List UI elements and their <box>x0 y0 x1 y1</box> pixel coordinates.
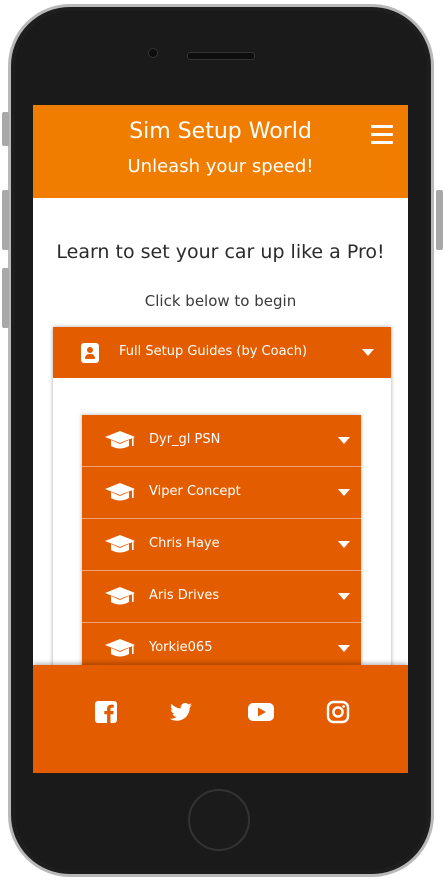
screen: Sim Setup World Unleash your speed! Lear… <box>33 105 408 773</box>
caret-down-icon <box>338 645 350 652</box>
earpiece-speaker <box>187 52 255 60</box>
coach-list: Dyr_gl PSN Viper Concept Chris Haye Aris… <box>82 415 361 675</box>
site-tagline: Unleash your speed! <box>127 156 314 177</box>
facebook-icon[interactable] <box>94 700 118 724</box>
coach-item[interactable]: Viper Concept <box>82 467 361 519</box>
coach-name: Viper Concept <box>149 484 241 499</box>
caret-down-icon <box>338 437 350 444</box>
power-button <box>436 190 443 250</box>
coach-name: Aris Drives <box>149 588 220 603</box>
graduation-cap-icon <box>105 535 135 553</box>
front-camera <box>148 48 158 58</box>
coach-name: Dyr_gl PSN <box>149 432 221 447</box>
hamburger-menu-button[interactable] <box>371 125 393 145</box>
accordion-header[interactable]: Full Setup Guides (by Coach) <box>53 327 391 378</box>
youtube-icon[interactable] <box>247 700 275 724</box>
twitter-icon[interactable] <box>169 700 193 724</box>
accordion-title: Full Setup Guides (by Coach) <box>119 344 308 359</box>
graduation-cap-icon <box>105 431 135 449</box>
volume-up-button <box>2 190 9 250</box>
coach-name: Chris Haye <box>149 536 220 551</box>
caret-down-icon <box>338 541 350 548</box>
caret-down-icon <box>338 489 350 496</box>
volume-down-button <box>2 268 9 328</box>
home-button[interactable] <box>188 789 250 851</box>
caret-down-icon <box>362 349 374 356</box>
coach-name: Yorkie065 <box>149 640 213 655</box>
coach-item[interactable]: Chris Haye <box>82 519 361 571</box>
intro-subline: Click below to begin <box>144 292 297 310</box>
site-footer <box>33 665 408 773</box>
menu-bar <box>371 133 393 136</box>
coach-item[interactable]: Aris Drives <box>82 571 361 623</box>
graduation-cap-icon <box>105 483 135 501</box>
coach-item[interactable]: Dyr_gl PSN <box>82 415 361 467</box>
graduation-cap-icon <box>105 639 135 657</box>
caret-down-icon <box>338 593 350 600</box>
menu-bar <box>371 141 393 144</box>
contact-card-icon <box>81 343 99 363</box>
mute-switch <box>2 112 9 146</box>
instagram-icon[interactable] <box>326 700 350 724</box>
intro-headline: Learn to set your car up like a Pro! <box>56 241 385 263</box>
graduation-cap-icon <box>105 587 135 605</box>
menu-bar <box>371 125 393 128</box>
site-title[interactable]: Sim Setup World <box>33 119 408 144</box>
site-header: Sim Setup World Unleash your speed! <box>33 105 408 198</box>
